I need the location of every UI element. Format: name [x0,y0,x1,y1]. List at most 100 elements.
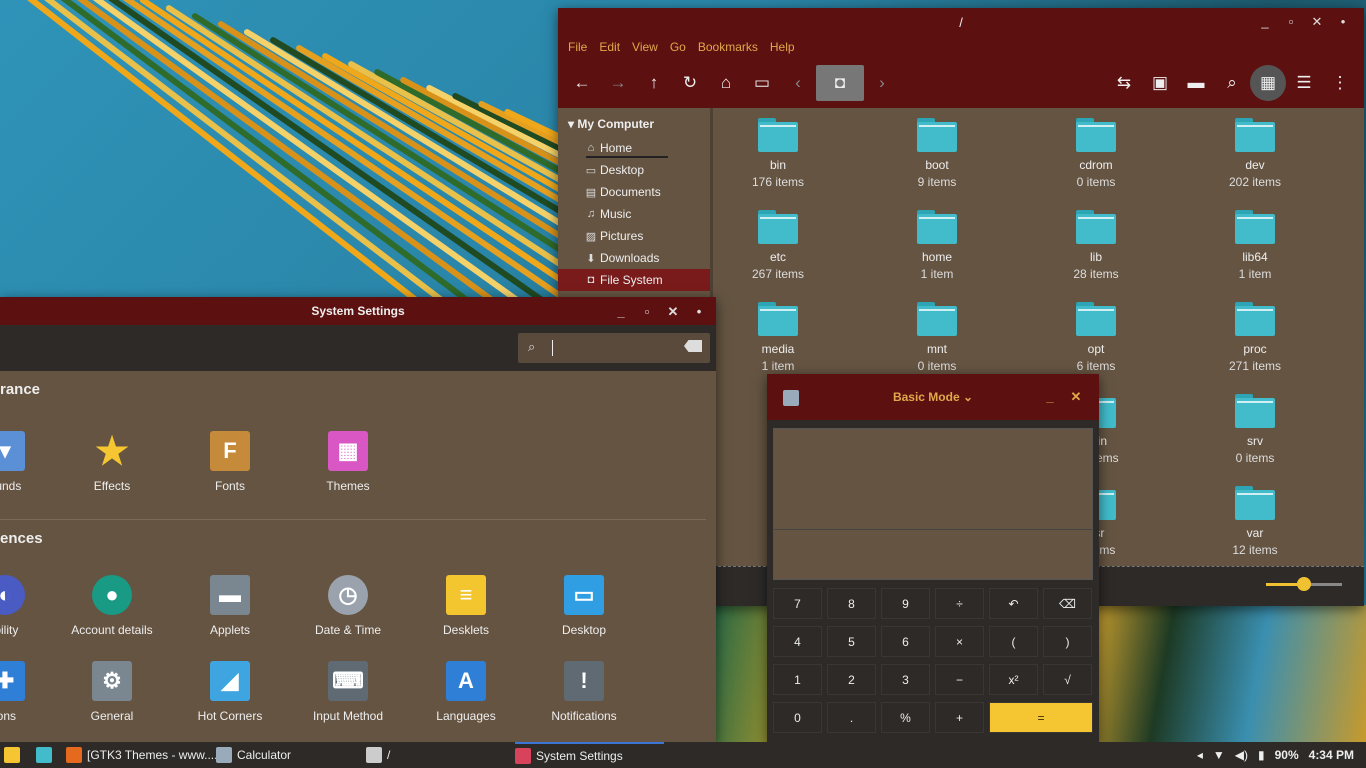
key-1-button[interactable]: 1 [773,664,822,695]
new-folder-icon[interactable]: ▬ [1178,65,1214,101]
minimize-icon[interactable]: _ [608,304,634,320]
reload-icon[interactable]: ↻ [672,65,708,101]
key-2-button[interactable]: 2 [827,664,876,695]
chevron-left-icon[interactable]: ‹ [780,65,816,101]
clock[interactable]: 4:34 PM [1309,748,1354,762]
menu-file[interactable]: File [568,40,587,54]
clear-search-icon[interactable] [684,340,702,352]
folder-item[interactable]: proc 271 items [1195,302,1315,373]
settings-item-general[interactable]: ⚙ General [53,661,171,723]
taskbar-item-settings[interactable]: System Settings [515,742,664,768]
close-icon[interactable]: ✕ [660,304,686,320]
network-icon[interactable]: ▼ [1213,748,1225,762]
sidebar-item-file-system[interactable]: ◘ File System [558,269,710,291]
battery-icon[interactable]: ▮ [1258,748,1265,762]
key-undo-button[interactable]: ↶ [989,588,1038,619]
settings-item-account-details[interactable]: ● Account details [53,575,171,637]
settings-item-notifications[interactable]: ! Notifications [525,661,643,723]
key-backspace-button[interactable]: ⌫ [1043,588,1092,619]
settings-item-hot-corners[interactable]: ◢ Hot Corners [171,661,289,723]
settings-item-input-method[interactable]: ⌨ Input Method [289,661,407,723]
key-open-paren-button[interactable]: ( [989,626,1038,657]
folder-item[interactable]: opt 6 items [1036,302,1156,373]
dot-menu-icon[interactable]: • [1330,14,1356,30]
menu-bookmarks[interactable]: Bookmarks [698,40,758,54]
settings-item-desktop[interactable]: ▭ Desktop [525,575,643,637]
forward-icon[interactable]: → [600,65,636,101]
volume-icon[interactable]: ◀) [1235,748,1248,762]
key-5-button[interactable]: 5 [827,626,876,657]
folder-item[interactable]: var 12 items [1195,486,1315,557]
menu-edit[interactable]: Edit [599,40,620,54]
key-8-button[interactable]: 8 [827,588,876,619]
sidebar-header[interactable]: ▾ My Computer [558,108,710,137]
taskbar-item-files[interactable]: / [366,742,390,768]
menu-view[interactable]: View [632,40,658,54]
sidebar-item-downloads[interactable]: ⬇ Downloads [558,247,710,269]
folder-item[interactable]: mnt 0 items [877,302,997,373]
settings-item-applets[interactable]: ▬ Applets [171,575,289,637]
settings-item-fonts[interactable]: F Fonts [171,431,289,493]
close-icon[interactable]: ✕ [1304,14,1330,30]
icon-view-icon[interactable]: ▦ [1250,65,1286,101]
settings-item-effects[interactable]: ★ Effects [53,431,171,494]
calculator-display[interactable] [773,428,1093,580]
key-3-button[interactable]: 3 [881,664,930,695]
folder-item[interactable]: home 1 item [877,210,997,281]
settings-item-date-time[interactable]: ◷ Date & Time [289,575,407,637]
settings-item-themes[interactable]: ▦ Themes [289,431,407,493]
search-input[interactable]: ⌕ [518,333,710,363]
sidebar-item-home[interactable]: ⌂ Home [558,137,710,159]
home-icon[interactable]: ⌂ [708,65,744,101]
dot-menu-icon[interactable]: • [686,304,712,320]
path-filesystem-button[interactable]: ◘ [816,65,864,101]
folder-item[interactable]: lib64 1 item [1195,210,1315,281]
maximize-icon[interactable]: ▫ [634,304,660,320]
list-view-icon[interactable]: ☰ [1286,65,1322,101]
toggle-location-icon[interactable]: ⇆ [1106,65,1142,101]
key-sqrt-button[interactable]: √ [1043,664,1092,695]
settings-item-desklets[interactable]: ≡ Desklets [407,575,525,637]
chevron-right-icon[interactable]: › [864,65,900,101]
sidebar-item-music[interactable]: ♫ Music [558,203,710,225]
sidebar-item-documents[interactable]: ▤ Documents [558,181,710,203]
key-decimal-button[interactable]: . [827,702,876,733]
back-icon[interactable]: ← [564,65,600,101]
minimize-icon[interactable]: _ [1037,389,1063,405]
key-plus-button[interactable]: + [935,702,984,733]
key-equals-button[interactable]: = [989,702,1093,733]
calculator-titlebar[interactable]: Basic Mode ⌄ _ ✕ [767,374,1099,420]
mode-selector[interactable]: Basic Mode ⌄ [893,390,973,404]
taskbar-item-firefox[interactable]: [GTK3 Themes - www.... [66,742,217,768]
minimize-icon[interactable]: _ [1252,14,1278,30]
search-icon[interactable]: ⌕ [1214,65,1250,101]
key-9-button[interactable]: 9 [881,588,930,619]
key-4-button[interactable]: 4 [773,626,822,657]
file-manager-titlebar[interactable]: / _ ▫ ✕ • [558,8,1364,36]
up-icon[interactable]: ↑ [636,65,672,101]
key-percent-button[interactable]: % [881,702,930,733]
folder-item[interactable]: etc 267 items [718,210,838,281]
zoom-slider-knob[interactable] [1297,577,1311,591]
settings-item-languages[interactable]: A Languages [407,661,525,723]
sidebar-item-pictures[interactable]: ▨ Pictures [558,225,710,247]
maximize-icon[interactable]: ▫ [1278,14,1304,30]
key-minus-button[interactable]: − [935,664,984,695]
settings-titlebar[interactable]: System Settings _ ▫ ✕ • [0,297,716,325]
terminal-icon[interactable]: ▣ [1142,65,1178,101]
key-6-button[interactable]: 6 [881,626,930,657]
folder-item[interactable]: srv 0 items [1195,394,1315,465]
tray-arrow-icon[interactable]: ◂ [1197,748,1203,762]
key-multiply-button[interactable]: × [935,626,984,657]
folder-item[interactable]: lib 28 items [1036,210,1156,281]
folder-item[interactable]: dev 202 items [1195,118,1315,189]
folder-item[interactable]: media 1 item [718,302,838,373]
menu-help[interactable]: Help [770,40,795,54]
folder-item[interactable]: cdrom 0 items [1036,118,1156,189]
compact-view-icon[interactable]: ⋮ [1322,65,1358,101]
key-divide-button[interactable]: ÷ [935,588,984,619]
zoom-slider[interactable] [1266,577,1342,591]
key-close-paren-button[interactable]: ) [1043,626,1092,657]
menu-go[interactable]: Go [670,40,686,54]
menu-icon[interactable] [4,742,25,768]
